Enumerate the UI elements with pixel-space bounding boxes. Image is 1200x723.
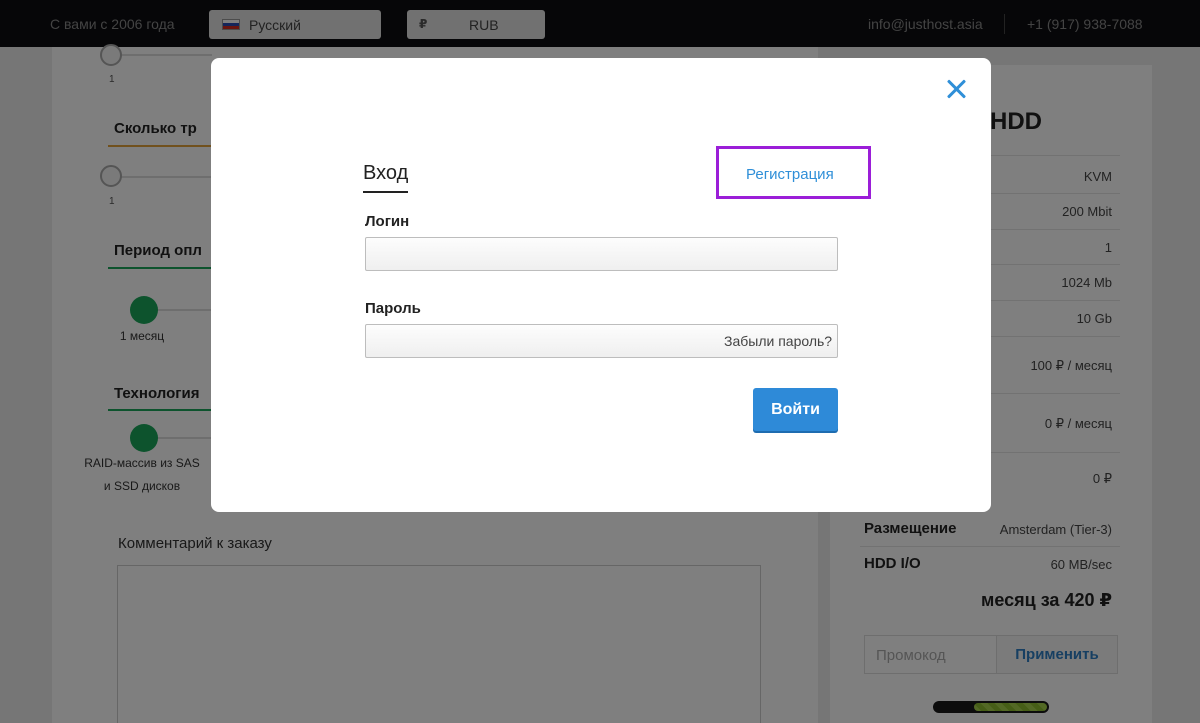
tab-login[interactable]: Вход [363, 162, 409, 193]
login-label: Логин [365, 213, 410, 230]
forgot-password-link[interactable]: Забыли пароль? [724, 333, 832, 349]
login-submit-button[interactable]: Войти [753, 388, 838, 431]
tab-register[interactable]: Регистрация [746, 166, 834, 183]
close-icon[interactable] [944, 77, 968, 101]
password-label: Пароль [365, 300, 421, 317]
login-modal: Вход Регистрация Логин Пароль Забыли пар… [211, 58, 991, 512]
login-input[interactable] [365, 237, 838, 271]
